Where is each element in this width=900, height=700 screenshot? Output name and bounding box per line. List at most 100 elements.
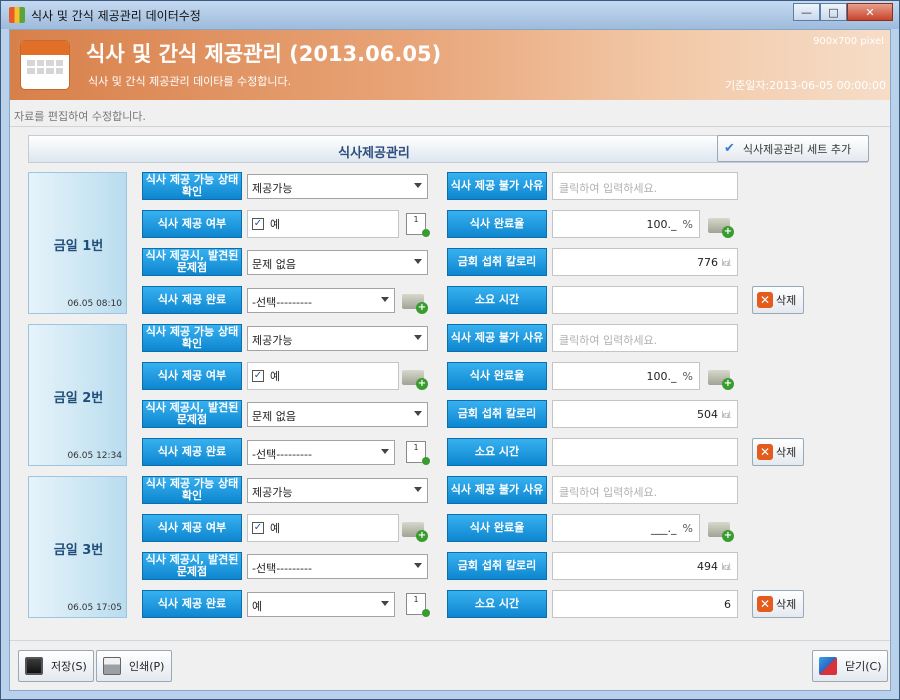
app-window: 식사 및 간식 제공관리 데이터수정 — □ ✕ 식사 및 간식 제공관리 (2…: [0, 0, 900, 700]
delete-button[interactable]: ✕ 삭제: [752, 438, 804, 466]
reason-input[interactable]: 클릭하여 입력하세요.: [552, 476, 738, 504]
maximize-button[interactable]: □: [820, 3, 847, 21]
footer-divider: [10, 640, 890, 641]
print-button[interactable]: 인쇄(P): [96, 650, 172, 682]
meal-yn-field[interactable]: ✓ 예: [247, 514, 399, 542]
title-bar: 식사 및 간식 제공관리 데이터수정 — □ ✕: [1, 1, 899, 29]
group-name: 금일 3번: [53, 543, 104, 558]
complete-select[interactable]: 예: [247, 592, 395, 617]
group-time: 06.05 08:10: [67, 299, 122, 309]
issues-select[interactable]: -선택---------: [247, 554, 428, 579]
completion-rate-input[interactable]: 100._%: [552, 210, 700, 238]
chevron-down-icon: [414, 335, 422, 340]
status-value: 제공가능: [252, 182, 293, 195]
duration-input[interactable]: [552, 438, 738, 466]
complete-value: -선택---------: [252, 296, 312, 309]
calories-input[interactable]: 504 ㎉: [552, 400, 738, 428]
issues-value: 문제 없음: [252, 410, 296, 423]
meal-yn-value: 예: [270, 218, 281, 231]
add-set-label: 식사제공관리 세트 추가: [742, 142, 852, 156]
completion-rate-label: 식사 완료율: [447, 514, 547, 542]
chevron-down-icon: [381, 449, 389, 454]
close-window-button[interactable]: ✕: [847, 3, 893, 21]
client-area: 식사 및 간식 제공관리 (2013.06.05) 식사 및 간식 제공관리 데…: [9, 29, 891, 691]
status-select[interactable]: 제공가능: [247, 326, 428, 351]
issues-value: -선택---------: [252, 562, 312, 575]
completion-rate-label: 식사 완료율: [447, 362, 547, 390]
calendar-icon: [20, 40, 70, 90]
issues-label: 식사 제공시, 발견된 문제점: [142, 248, 242, 276]
completion-rate-input[interactable]: 100._%: [552, 362, 700, 390]
folder-add-icon[interactable]: +: [708, 366, 734, 390]
status-select[interactable]: 제공가능: [247, 478, 428, 503]
group-card[interactable]: 금일 2번 06.05 12:34: [28, 324, 127, 466]
group-name: 금일 1번: [53, 239, 104, 254]
chevron-down-icon: [414, 563, 422, 568]
folder-add-icon[interactable]: +: [402, 518, 428, 542]
divider: [10, 126, 890, 127]
issues-select[interactable]: 문제 없음: [247, 250, 428, 275]
page-one-icon[interactable]: 1: [404, 593, 430, 617]
status-value: 제공가능: [252, 334, 293, 347]
reason-input[interactable]: 클릭하여 입력하세요.: [552, 172, 738, 200]
unavailable-reason-label: 식사 제공 불가 사유: [447, 324, 547, 352]
complete-label: 식사 제공 완료: [142, 438, 242, 466]
delete-button[interactable]: ✕ 삭제: [752, 590, 804, 618]
calories-input[interactable]: 776 ㎉: [552, 248, 738, 276]
app-icon: [9, 7, 25, 23]
page-subtitle: 식사 및 간식 제공관리 데이타를 수정합니다.: [88, 75, 292, 88]
folder-add-icon[interactable]: +: [402, 290, 428, 314]
folder-add-icon[interactable]: +: [708, 214, 734, 238]
page-one-icon[interactable]: 1: [404, 213, 430, 237]
base-date: 기준일자:2013-06-05 00:00:00: [724, 79, 886, 92]
group-time: 06.05 17:05: [67, 603, 122, 613]
issues-value: 문제 없음: [252, 258, 296, 271]
edit-hint: 자료를 편집하여 수정합니다.: [14, 110, 146, 123]
complete-select[interactable]: -선택---------: [247, 440, 395, 465]
meal-yn-value: 예: [270, 370, 281, 383]
meal-yn-checkbox[interactable]: ✓: [252, 218, 264, 230]
status-select[interactable]: 제공가능: [247, 174, 428, 199]
meal-yn-field[interactable]: ✓ 예: [247, 210, 399, 238]
complete-value: -선택---------: [252, 448, 312, 461]
reason-input[interactable]: 클릭하여 입력하세요.: [552, 324, 738, 352]
status-value: 제공가능: [252, 486, 293, 499]
calories-label: 금회 섭취 칼로리: [447, 400, 547, 428]
header-banner: 식사 및 간식 제공관리 (2013.06.05) 식사 및 간식 제공관리 데…: [10, 30, 890, 100]
check-icon: ✔: [724, 141, 735, 156]
completion-rate-input[interactable]: ___._%: [552, 514, 700, 542]
meal-yn-field[interactable]: ✓ 예: [247, 362, 399, 390]
status-check-label: 식사 제공 가능 상태 확인: [142, 172, 242, 200]
chevron-down-icon: [414, 487, 422, 492]
close-button[interactable]: 닫기(C): [812, 650, 888, 682]
meal-yn-value: 예: [270, 522, 281, 535]
group-card[interactable]: 금일 1번 06.05 08:10: [28, 172, 127, 314]
calories-input[interactable]: 494 ㎉: [552, 552, 738, 580]
page-one-icon[interactable]: 1: [404, 441, 430, 465]
group-card[interactable]: 금일 3번 06.05 17:05: [28, 476, 127, 618]
size-tag: 900x700 pixel: [813, 36, 884, 47]
minimize-button[interactable]: —: [793, 3, 820, 21]
delete-button[interactable]: ✕ 삭제: [752, 286, 804, 314]
save-button[interactable]: 저장(S): [18, 650, 94, 682]
add-set-button[interactable]: ✔ 식사제공관리 세트 추가: [717, 135, 869, 162]
meal-yn-label: 식사 제공 여부: [142, 210, 242, 238]
group-time: 06.05 12:34: [67, 451, 122, 461]
issues-label: 식사 제공시, 발견된 문제점: [142, 552, 242, 580]
duration-input[interactable]: 6: [552, 590, 738, 618]
meal-yn-checkbox[interactable]: ✓: [252, 370, 264, 382]
issues-select[interactable]: 문제 없음: [247, 402, 428, 427]
meal-yn-checkbox[interactable]: ✓: [252, 522, 264, 534]
duration-label: 소요 시간: [447, 438, 547, 466]
save-icon: [25, 657, 43, 675]
page-title: 식사 및 간식 제공관리 (2013.06.05): [86, 42, 442, 66]
chevron-down-icon: [414, 183, 422, 188]
duration-input[interactable]: [552, 286, 738, 314]
meal-yn-label: 식사 제공 여부: [142, 514, 242, 542]
folder-add-icon[interactable]: +: [402, 366, 428, 390]
complete-select[interactable]: -선택---------: [247, 288, 395, 313]
delete-icon: ✕: [757, 596, 773, 612]
delete-icon: ✕: [757, 292, 773, 308]
folder-add-icon[interactable]: +: [708, 518, 734, 542]
section-title: 식사제공관리: [338, 146, 410, 161]
